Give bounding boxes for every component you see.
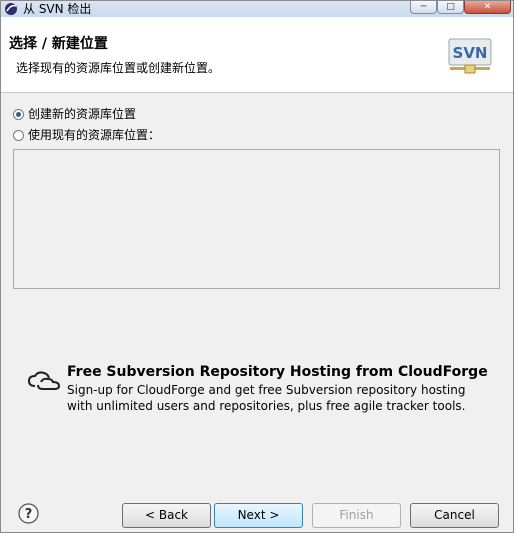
promo-text-line-1: Sign-up for CloudForge and get free Subv… [67, 383, 466, 397]
finish-button: Finish [312, 503, 401, 528]
option-use-existing[interactable]: 使用现有的资源库位置： [13, 128, 160, 142]
wizard-header: 选择 / 新建位置 选择现有的资源库位置或创建新位置。 SVN [1, 17, 513, 93]
promo-text-line-2: with unlimited users and repositories, p… [67, 399, 466, 413]
radio-create-new[interactable] [13, 108, 24, 120]
checkout-dialog: 从 SVN 检出 ─ □ ✕ 选择 / 新建位置 选择现有的资源库位置或创建新位… [0, 0, 514, 533]
option-create-new[interactable]: 创建新的资源库位置 [13, 107, 136, 121]
close-button[interactable]: ✕ [464, 1, 511, 14]
next-button[interactable]: Next > [214, 503, 303, 528]
option-create-new-label: 创建新的资源库位置 [28, 107, 137, 121]
radio-use-existing[interactable] [13, 129, 24, 141]
page-description: 选择现有的资源库位置或创建新位置。 [16, 61, 221, 75]
svn-logo-text: SVN [453, 44, 488, 62]
window-title: 从 SVN 检出 [23, 2, 92, 16]
svg-text:?: ? [25, 507, 33, 522]
eclipse-app-icon [5, 3, 17, 15]
button-bar: ? < Back Next > Finish Cancel [1, 489, 513, 532]
wizard-body: 创建新的资源库位置 使用现有的资源库位置： Free Subversion Re… [1, 93, 513, 483]
promo-title: Free Subversion Repository Hosting from … [67, 364, 488, 380]
cloudforge-icon [27, 371, 61, 390]
title-bar[interactable]: 从 SVN 检出 ─ □ ✕ [1, 1, 513, 17]
help-icon[interactable]: ? [18, 503, 39, 524]
minimize-button[interactable]: ─ [410, 1, 437, 14]
option-use-existing-label: 使用现有的资源库位置： [28, 128, 161, 142]
cancel-button[interactable]: Cancel [410, 503, 499, 528]
back-button[interactable]: < Back [122, 503, 211, 528]
maximize-button[interactable]: □ [437, 1, 464, 14]
repository-location-list [13, 149, 500, 289]
svn-logo-icon: SVN [448, 38, 492, 74]
page-title: 选择 / 新建位置 [9, 36, 108, 52]
